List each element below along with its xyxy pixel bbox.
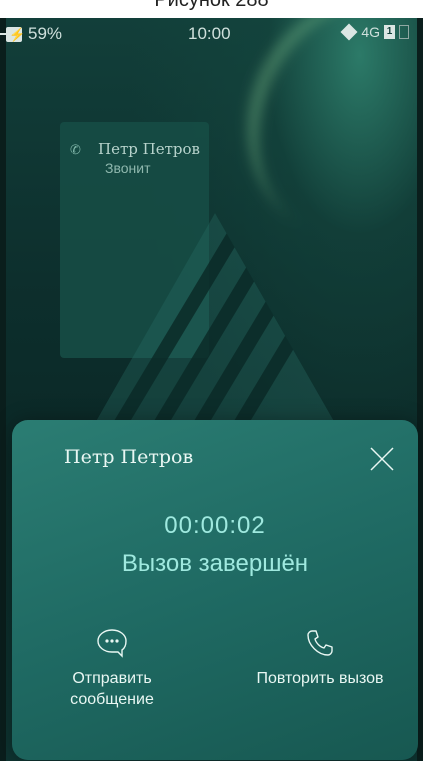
redial-label: Повторить вызов <box>256 670 384 687</box>
message-bubble-icon <box>97 629 127 658</box>
battery-percent: 59% <box>28 24 63 43</box>
phone-handset-icon <box>307 630 333 656</box>
phone-screen: ⚡ 59% 10:00 4G 1 ✆ Петр Петров Звонит Пе… <box>0 18 423 761</box>
call-ended-card: Петр Петров 00:00:02 Вызов завершён Отпр… <box>12 420 418 760</box>
call-duration: 00:00:02 <box>164 512 266 539</box>
figure-caption: Рисунок 288 <box>154 0 269 11</box>
redial-button[interactable]: Повторить вызов <box>240 628 400 689</box>
incoming-call-icon: ✆ <box>70 142 81 157</box>
network-type: 4G <box>361 24 380 40</box>
bezel-left <box>0 18 6 761</box>
wallpaper-triangle-graphic <box>95 213 335 423</box>
battery-indicator: ⚡ 59% <box>0 24 63 44</box>
call-status: Вызов завершён <box>121 550 309 577</box>
send-message-button[interactable]: Отправить сообщение <box>42 628 182 710</box>
battery-charging-icon: ⚡ <box>0 26 25 42</box>
caller-name: Петр Петров <box>64 446 194 468</box>
signal-icon <box>399 25 409 39</box>
data-sync-icon <box>340 23 358 41</box>
status-bar: ⚡ 59% 10:00 4G 1 <box>0 18 423 52</box>
preview-caller-name: Петр Петров <box>98 140 200 158</box>
network-indicator: 4G 1 <box>340 23 409 41</box>
send-message-label-line1: Отправить <box>72 670 152 687</box>
sim-slot-icon: 1 <box>384 25 395 39</box>
close-icon[interactable] <box>367 444 397 474</box>
status-clock: 10:00 <box>188 24 231 43</box>
send-message-label-line2: сообщение <box>70 691 154 708</box>
preview-call-status: Звонит <box>105 160 151 176</box>
